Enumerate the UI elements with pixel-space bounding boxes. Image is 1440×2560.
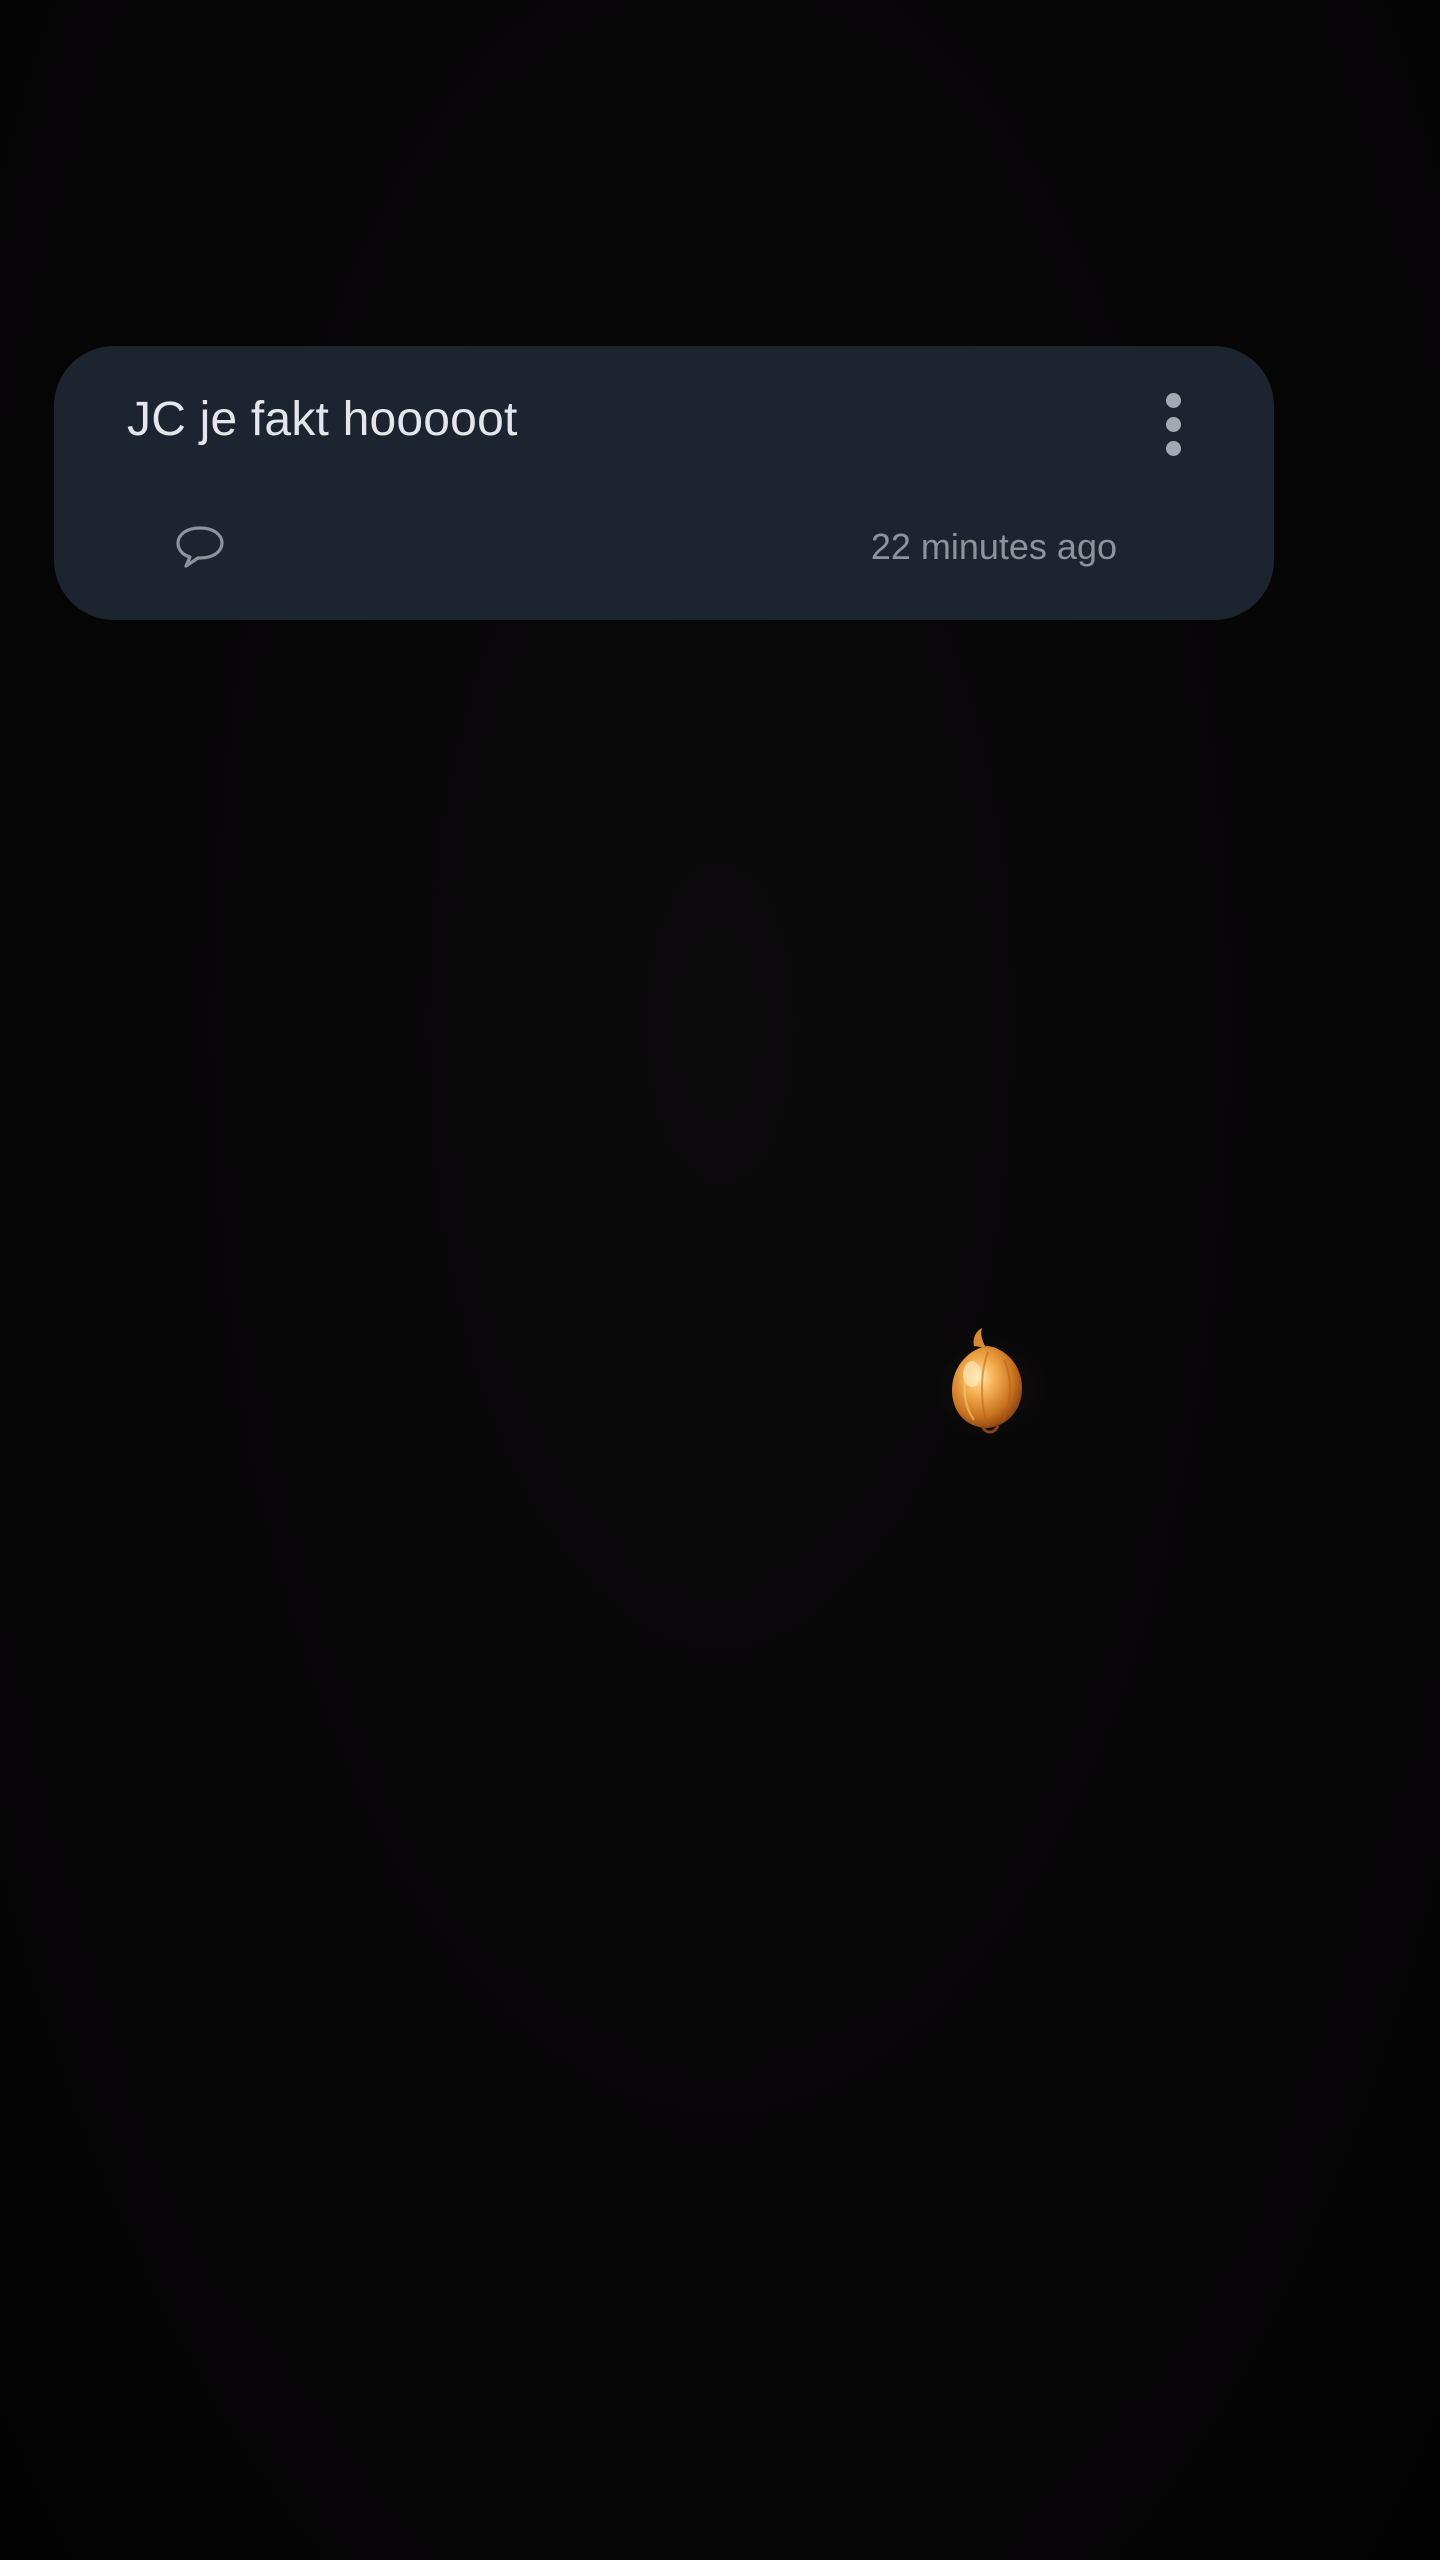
onion-emoji [908,1322,1068,1452]
more-dot [1165,392,1181,408]
more-dot [1165,440,1181,456]
comment-button[interactable] [172,522,228,572]
post-card[interactable]: JC je fakt hooooot 22 minutes ago [54,346,1274,620]
screen: JC je fakt hooooot 22 minutes ago [0,0,1440,2560]
more-dot [1165,416,1181,432]
post-title: JC je fakt hooooot [127,393,518,446]
speech-bubble-icon [176,526,224,568]
more-options-button[interactable] [1140,382,1206,466]
post-timestamp: 22 minutes ago [870,526,1117,567]
